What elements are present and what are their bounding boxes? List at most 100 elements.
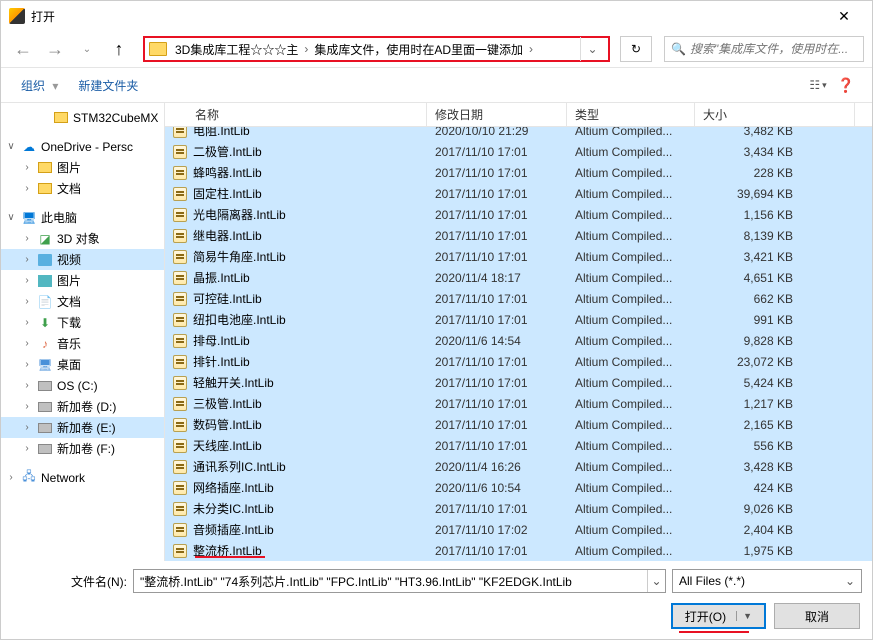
navigation-tree[interactable]: STM32CubeMX∨ ☁ OneDrive - Persc› 图片› 文档∨… bbox=[1, 103, 165, 561]
forward-button[interactable]: → bbox=[41, 35, 69, 63]
tree-caret-icon[interactable]: › bbox=[21, 422, 33, 433]
file-row[interactable]: 电阻.IntLib 2020/10/10 21:29 Altium Compil… bbox=[165, 127, 872, 141]
navigation-bar: ← → ⌄ ↑ 3D集成库工程☆☆☆主 › 集成库文件，使用时在AD里面一键添加… bbox=[1, 31, 872, 67]
file-list[interactable]: 电阻.IntLib 2020/10/10 21:29 Altium Compil… bbox=[165, 127, 872, 561]
up-button[interactable]: ↑ bbox=[105, 35, 133, 63]
tree-caret-icon[interactable]: › bbox=[21, 162, 33, 173]
tree-caret-icon[interactable]: › bbox=[21, 183, 33, 194]
file-row[interactable]: 蜂鸣器.IntLib 2017/11/10 17:01 Altium Compi… bbox=[165, 162, 872, 183]
file-row[interactable]: 二极管.IntLib 2017/11/10 17:01 Altium Compi… bbox=[165, 141, 872, 162]
tree-item[interactable]: › 文档 bbox=[1, 178, 164, 199]
file-type-filter[interactable]: All Files (*.*) ⌄ bbox=[672, 569, 862, 593]
open-button[interactable]: 打开(O)▼ bbox=[671, 603, 766, 629]
close-button[interactable]: ✕ bbox=[824, 2, 864, 30]
file-date: 2017/11/10 17:01 bbox=[427, 208, 567, 222]
tree-caret-icon[interactable]: › bbox=[21, 359, 33, 370]
tree-caret-icon[interactable]: ∨ bbox=[5, 141, 17, 152]
tree-item[interactable]: › 视频 bbox=[1, 249, 164, 270]
tree-item[interactable]: ∨ 🖥 此电脑 bbox=[1, 207, 164, 228]
file-row[interactable]: 音频插座.IntLib 2017/11/10 17:02 Altium Comp… bbox=[165, 519, 872, 540]
tree-caret-icon[interactable]: › bbox=[21, 380, 33, 391]
file-date: 2017/11/10 17:01 bbox=[427, 166, 567, 180]
filename-combobox[interactable]: "整流桥.IntLib" "74系列芯片.IntLib" "FPC.IntLib… bbox=[133, 569, 666, 593]
file-name: 排母.IntLib bbox=[193, 332, 250, 349]
tree-caret-icon[interactable]: › bbox=[5, 472, 17, 483]
filename-input[interactable]: "整流桥.IntLib" "74系列芯片.IntLib" "FPC.IntLib… bbox=[134, 573, 647, 590]
file-row[interactable]: 通讯系列IC.IntLib 2020/11/4 16:26 Altium Com… bbox=[165, 456, 872, 477]
chevron-icon[interactable]: › bbox=[525, 42, 537, 56]
col-date[interactable]: 修改日期 bbox=[427, 103, 567, 126]
chevron-down-icon[interactable]: ⌄ bbox=[647, 570, 665, 592]
chevron-down-icon: ⌄ bbox=[845, 574, 855, 588]
tree-caret-icon[interactable]: › bbox=[21, 233, 33, 244]
file-row[interactable]: 网络插座.IntLib 2020/11/6 10:54 Altium Compi… bbox=[165, 477, 872, 498]
tree-item[interactable]: › 新加卷 (E:) bbox=[1, 417, 164, 438]
col-size[interactable]: 大小 bbox=[695, 103, 855, 126]
folder-icon bbox=[37, 181, 53, 197]
breadcrumb-part[interactable]: 3D集成库工程☆☆☆主 bbox=[173, 41, 300, 58]
search-input[interactable] bbox=[690, 42, 857, 56]
tree-caret-icon[interactable]: › bbox=[21, 401, 33, 412]
file-row[interactable]: 纽扣电池座.IntLib 2017/11/10 17:01 Altium Com… bbox=[165, 309, 872, 330]
tree-item[interactable]: › ◪ 3D 对象 bbox=[1, 228, 164, 249]
tree-item[interactable]: › ♪ 音乐 bbox=[1, 333, 164, 354]
file-row[interactable]: 简易牛角座.IntLib 2017/11/10 17:01 Altium Com… bbox=[165, 246, 872, 267]
tree-caret-icon[interactable]: › bbox=[21, 443, 33, 454]
tree-item[interactable]: › 📄 文档 bbox=[1, 291, 164, 312]
tree-caret-icon[interactable]: › bbox=[21, 296, 33, 307]
tree-caret-icon[interactable]: › bbox=[21, 338, 33, 349]
file-row[interactable]: 固定柱.IntLib 2017/11/10 17:01 Altium Compi… bbox=[165, 183, 872, 204]
file-row[interactable]: 继电器.IntLib 2017/11/10 17:01 Altium Compi… bbox=[165, 225, 872, 246]
recent-dropdown[interactable]: ⌄ bbox=[73, 35, 101, 63]
tree-label: 新加卷 (E:) bbox=[57, 419, 116, 436]
view-options-button[interactable]: ☷ ▾ bbox=[804, 73, 832, 97]
file-type: Altium Compiled... bbox=[567, 334, 695, 348]
file-row[interactable]: 三极管.IntLib 2017/11/10 17:01 Altium Compi… bbox=[165, 393, 872, 414]
cancel-button[interactable]: 取消 bbox=[774, 603, 860, 629]
tree-item[interactable]: › OS (C:) bbox=[1, 375, 164, 396]
tree-label: Network bbox=[41, 471, 85, 485]
tree-caret-icon[interactable]: › bbox=[21, 317, 33, 328]
help-button[interactable]: ❓ bbox=[832, 73, 860, 97]
breadcrumb-part[interactable]: 集成库文件，使用时在AD里面一键添加 bbox=[312, 41, 525, 58]
refresh-button[interactable]: ↻ bbox=[620, 36, 652, 62]
file-size: 991 KB bbox=[695, 313, 801, 327]
breadcrumb-dropdown[interactable]: ⌄ bbox=[580, 37, 604, 61]
tree-item[interactable]: › 图片 bbox=[1, 270, 164, 291]
search-box[interactable]: 🔍 bbox=[664, 36, 864, 62]
network-icon: 🖧 bbox=[21, 470, 37, 486]
tree-item[interactable]: › 新加卷 (F:) bbox=[1, 438, 164, 459]
new-folder-button[interactable]: 新建文件夹 bbox=[70, 73, 146, 98]
file-row[interactable]: 可控硅.IntLib 2017/11/10 17:01 Altium Compi… bbox=[165, 288, 872, 309]
tree-item[interactable]: › 🖥 桌面 bbox=[1, 354, 164, 375]
file-date: 2017/11/10 17:01 bbox=[427, 544, 567, 558]
tree-item[interactable]: ∨ ☁ OneDrive - Persc bbox=[1, 136, 164, 157]
intlib-icon bbox=[173, 418, 187, 432]
file-type: Altium Compiled... bbox=[567, 397, 695, 411]
col-type[interactable]: 类型 bbox=[567, 103, 695, 126]
file-row[interactable]: 未分类IC.IntLib 2017/11/10 17:01 Altium Com… bbox=[165, 498, 872, 519]
tree-item[interactable]: STM32CubeMX bbox=[1, 107, 164, 128]
file-row[interactable]: 排母.IntLib 2020/11/6 14:54 Altium Compile… bbox=[165, 330, 872, 351]
col-name[interactable]: 名称 bbox=[165, 103, 427, 126]
file-row[interactable]: 轻触开关.IntLib 2017/11/10 17:01 Altium Comp… bbox=[165, 372, 872, 393]
organize-menu[interactable]: 组织 ▾ bbox=[13, 73, 70, 98]
tree-caret-icon[interactable]: › bbox=[21, 275, 33, 286]
download-icon: ⬇ bbox=[37, 315, 53, 331]
breadcrumb[interactable]: 3D集成库工程☆☆☆主 › 集成库文件，使用时在AD里面一键添加 › ⌄ bbox=[143, 36, 610, 62]
file-row[interactable]: 光电隔离器.IntLib 2017/11/10 17:01 Altium Com… bbox=[165, 204, 872, 225]
file-row[interactable]: 排针.IntLib 2017/11/10 17:01 Altium Compil… bbox=[165, 351, 872, 372]
tree-item[interactable]: › 🖧 Network bbox=[1, 467, 164, 488]
tree-item[interactable]: › ⬇ 下载 bbox=[1, 312, 164, 333]
back-button[interactable]: ← bbox=[9, 35, 37, 63]
tree-caret-icon[interactable]: ∨ bbox=[5, 212, 17, 223]
file-row[interactable]: 整流桥.IntLib 2017/11/10 17:01 Altium Compi… bbox=[165, 540, 872, 561]
file-row[interactable]: 天线座.IntLib 2017/11/10 17:01 Altium Compi… bbox=[165, 435, 872, 456]
intlib-icon bbox=[173, 523, 187, 537]
chevron-icon[interactable]: › bbox=[300, 42, 312, 56]
tree-caret-icon[interactable]: › bbox=[21, 254, 33, 265]
file-row[interactable]: 晶振.IntLib 2020/11/4 18:17 Altium Compile… bbox=[165, 267, 872, 288]
tree-item[interactable]: › 图片 bbox=[1, 157, 164, 178]
tree-item[interactable]: › 新加卷 (D:) bbox=[1, 396, 164, 417]
file-row[interactable]: 数码管.IntLib 2017/11/10 17:01 Altium Compi… bbox=[165, 414, 872, 435]
